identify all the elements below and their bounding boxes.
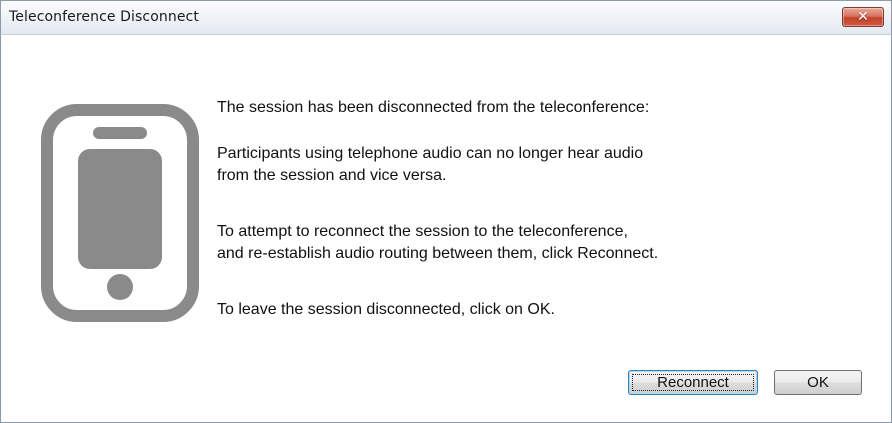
message-paragraph-1: The session has been disconnected from t… bbox=[217, 99, 650, 116]
reconnect-button[interactable]: Reconnect bbox=[628, 370, 758, 395]
ok-button-label: OK bbox=[807, 374, 829, 391]
focus-indicator bbox=[632, 374, 754, 391]
message-paragraph-4: To leave the session disconnected, click… bbox=[217, 301, 555, 318]
message-paragraph-3: To attempt to reconnect the session to t… bbox=[217, 223, 659, 262]
phone-speaker bbox=[93, 127, 147, 139]
ok-button[interactable]: OK bbox=[774, 370, 862, 395]
phone-screen bbox=[78, 149, 162, 269]
phone-icon bbox=[41, 104, 199, 322]
message-paragraph-2: Participants using telephone audio can n… bbox=[217, 145, 644, 184]
close-button[interactable]: ✕ bbox=[842, 7, 884, 27]
window-title: Teleconference Disconnect bbox=[9, 9, 199, 25]
title-bar[interactable]: Teleconference Disconnect ✕ bbox=[1, 1, 891, 35]
close-icon: ✕ bbox=[857, 9, 869, 25]
phone-home-button bbox=[107, 274, 133, 300]
teleconference-disconnect-dialog: Teleconference Disconnect ✕ The session … bbox=[0, 0, 892, 423]
